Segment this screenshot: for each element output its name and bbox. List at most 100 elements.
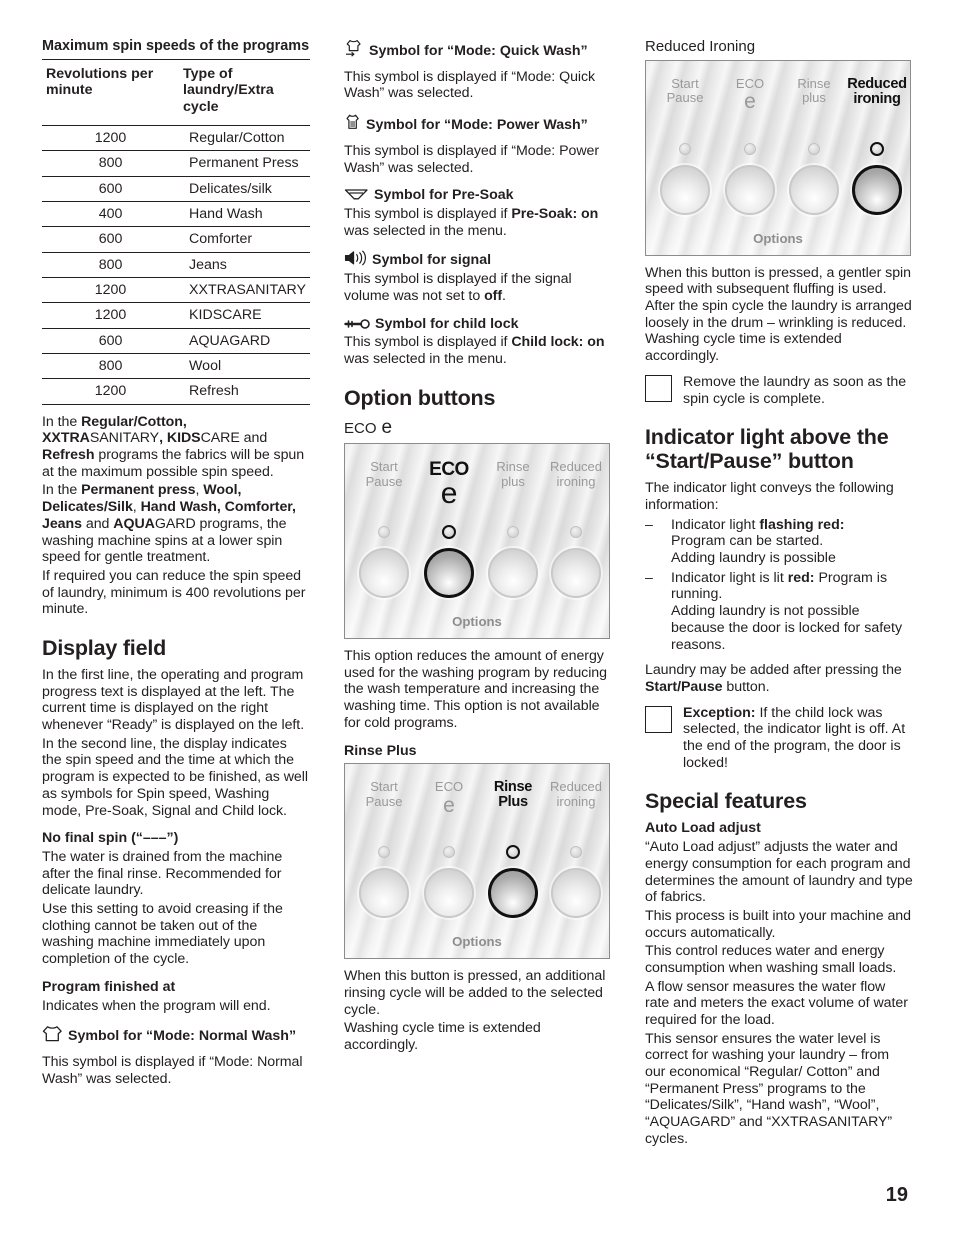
cell-type: KIDSCARE [179,302,310,329]
heading-quick-wash-symbol: Symbol for “Mode: Quick Wash” [344,38,612,60]
rinse-plus-body1: When this button is pressed, an addition… [344,968,606,1018]
cell-rpm: 1200 [42,277,180,304]
panel-label-reduced-ironing: Reduced ironing [844,76,910,107]
cell-type: Hand Wash [179,201,310,228]
label-line-2: e [443,793,455,817]
label-line-1: ECO [434,779,464,795]
panel-button-start-pause[interactable]: Start Pause [652,61,718,255]
no-final-spin-p2: Use this setting to avoid creasing if th… [42,901,283,968]
signal-body: This symbol is displayed if the signal v… [344,271,572,304]
signal-speaker-icon [344,250,367,266]
control-panel-eco[interactable]: Start Pause ECO e Rinse plus Reduced iro… [344,443,610,640]
panel-button-rinse-plus[interactable]: Rinse plus [781,61,847,255]
callout-text: Exception: If the child lock was selecte… [683,704,906,771]
label-line-2: ironing [556,793,596,809]
heading-eco: ECO e [344,417,612,439]
paragraph-max-spin: In the Regular/Cotton, XXTRASANITARY, KI… [42,413,305,480]
table-row: 1200 XXTRASANITARY [42,277,310,304]
knob-button[interactable] [488,868,538,919]
heading-auto-load-adjust: Auto Load adjust [645,820,761,837]
normal-wash-heading-text: Symbol for “Mode: Normal Wash” [68,1028,297,1045]
knob-button[interactable] [789,164,839,215]
spin-speed-table-title: Maximum spin speeds of the programs [42,38,310,54]
callout-square-icon [645,705,672,733]
table-row: 1200 Refresh [42,378,310,405]
heading-pre-soak-symbol: Symbol for Pre-Soak [344,187,612,204]
table-row: 1200 Regular/Cotton [42,125,310,152]
label-line-2: Pause [365,793,403,809]
panel-button-start-pause[interactable]: Start Pause [351,764,417,958]
knob-button[interactable] [359,548,409,599]
table-row: 600 AQUAGARD [42,328,310,355]
label-line-1: Start [370,779,398,795]
special-features-p5: This sensor ensures the water level is c… [645,1030,893,1147]
led-indicator [570,526,582,539]
led-indicator [442,525,456,540]
knob-button[interactable] [424,548,474,599]
panel-button-rinse-plus[interactable]: Rinse Plus [480,764,546,958]
heading-display-field: Display field [42,635,167,660]
knob-button[interactable] [551,868,601,919]
heading-indicator-light: Indicator light above the “Start/Pause” … [645,425,889,474]
control-panel-reduced-ironing[interactable]: Start Pause ECO e Rinse plus Reduced iro… [645,59,911,256]
callout-text: Remove the laundry as soon as the spin c… [683,373,907,407]
pre-soak-body: This symbol is displayed if Pre-Soak: on… [344,206,599,239]
label-line-2: Pause [666,90,704,106]
panel-button-start-pause[interactable]: Start Pause [351,444,417,638]
pre-soak-icon [344,187,369,201]
callout-square-icon [645,374,672,402]
power-wash-icon [344,113,361,131]
pre-soak-heading-text: Symbol for Pre-Soak [374,187,514,204]
panel-button-reduced-ironing[interactable]: Reduced ironing [844,61,910,255]
table-row: 600 Delicates/silk [42,176,310,203]
knob-button[interactable] [725,164,775,215]
led-indicator [443,846,455,859]
heading-program-finished-at: Program finished at [42,978,176,995]
label-line-1: Rinse [493,779,533,796]
control-panel-rinse-plus[interactable]: Start Pause ECO e Rinse Plus Reduced iro… [344,763,610,960]
panel-button-eco[interactable]: ECO e [416,764,482,958]
cell-type: Regular/Cotton [179,125,310,152]
cell-rpm: 600 [42,328,180,355]
indicator-light-item-text: Indicator light flashing red: Program can… [671,516,845,567]
special-features-p3: This control reduces water and energy co… [645,943,897,976]
eco-label-text: ECO [344,419,377,437]
rinse-plus-body2: Washing cycle time is extended according… [344,1020,541,1054]
cell-type: XXTRASANITARY [179,277,310,304]
table-row: 800 Wool [42,353,310,380]
led-indicator [506,845,520,860]
signal-heading-text: Symbol for signal [372,252,492,269]
knob-button[interactable] [660,164,710,215]
table-row: 800 Permanent Press [42,150,310,177]
panel-footer-options: Options [753,230,803,246]
led-indicator [808,142,820,155]
panel-button-rinse-plus[interactable]: Rinse plus [480,444,546,638]
knob-button[interactable] [424,868,474,919]
label-line-1: Rinse [797,75,831,91]
knob-button[interactable] [852,164,902,215]
label-line-1: Reduced [549,779,603,795]
heading-no-final-spin: No final spin (“–––”) [42,830,179,847]
label-line-2: ironing [853,90,901,107]
knob-button[interactable] [488,548,538,599]
cell-rpm: 600 [42,226,180,253]
knob-button[interactable] [551,548,601,599]
panel-button-eco[interactable]: ECO e [717,61,783,255]
paragraph-lower-spin: In the Permanent press, Wool, Delicates/… [42,482,296,566]
label-line-2: plus [501,473,525,489]
panel-button-eco[interactable]: ECO e [416,444,482,638]
panel-footer-options: Options [452,934,502,950]
panel-label-rinse-plus: Rinse plus [781,75,847,106]
knob-button[interactable] [359,868,409,919]
panel-button-reduced-ironing[interactable]: Reduced ironing [543,444,609,638]
cell-rpm: 1200 [42,302,180,329]
led-indicator [744,142,756,155]
heading-signal-symbol: Symbol for signal [344,250,612,269]
panel-button-reduced-ironing[interactable]: Reduced ironing [543,764,609,958]
display-field-p1: In the first line, the operating and pro… [42,667,305,734]
table-header-rpm: Revolutions per minute [46,65,154,99]
heading-normal-wash-symbol: Symbol for “Mode: Normal Wash” [42,1025,310,1045]
heading-reduced-ironing: Reduced Ironing [645,38,756,55]
left-column: Maximum spin speeds of the programs Revo… [42,38,310,1087]
led-indicator [378,846,390,859]
